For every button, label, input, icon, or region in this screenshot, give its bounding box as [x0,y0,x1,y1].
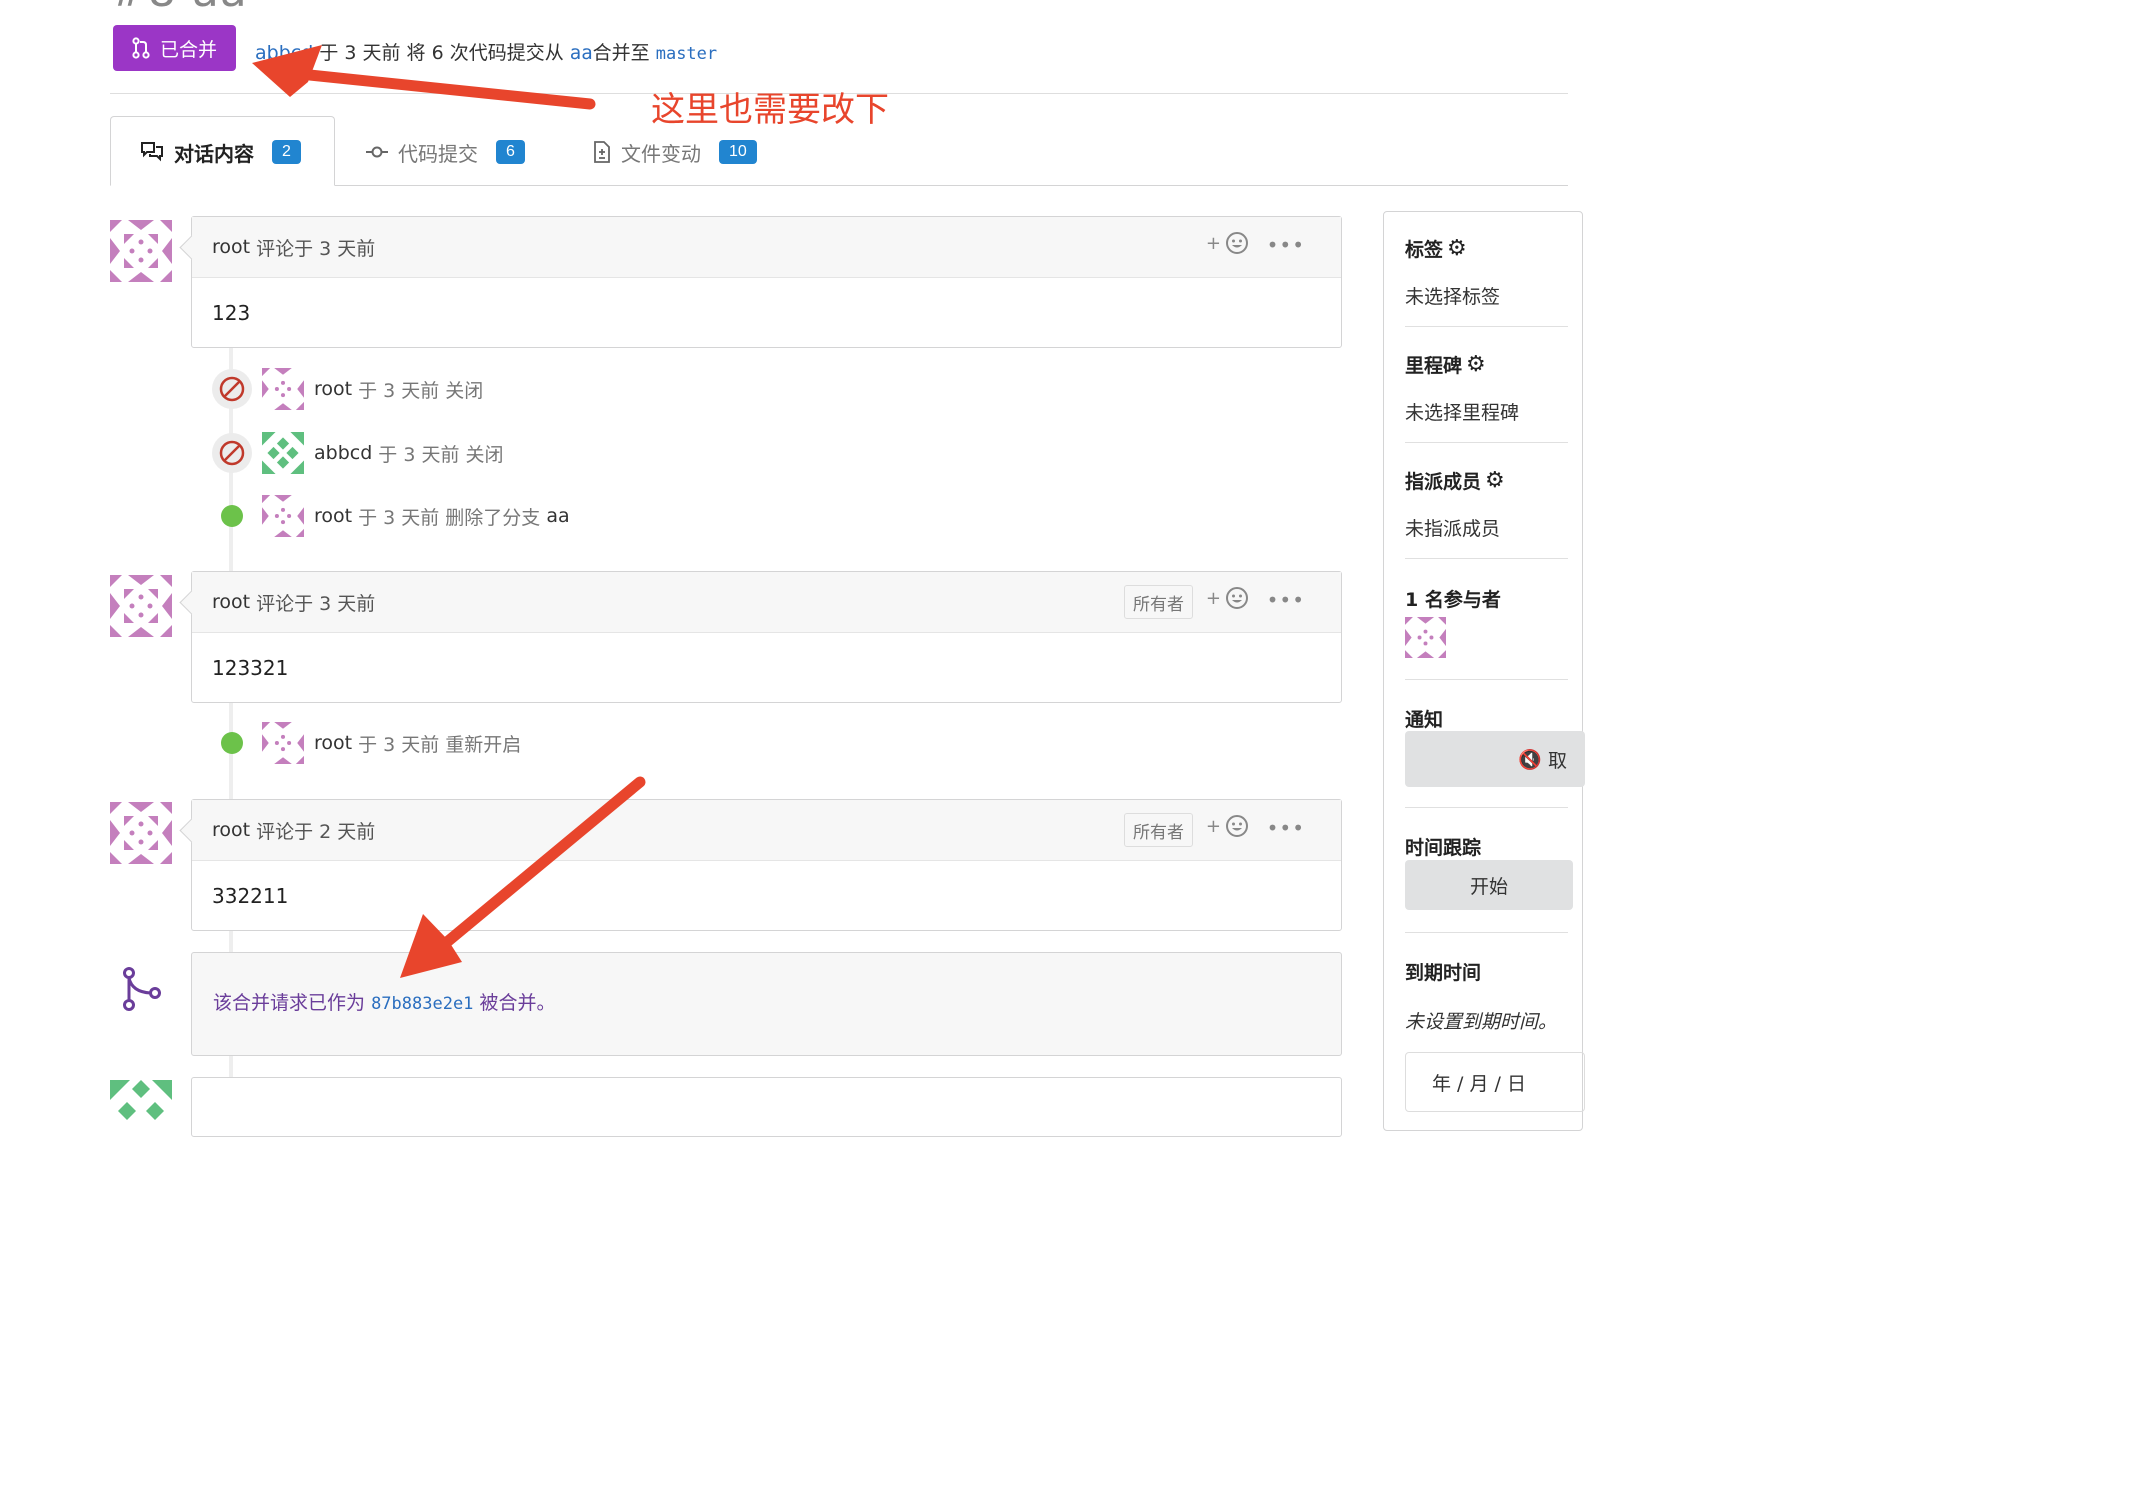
sidebar [1383,211,1583,1131]
assignees-section-title[interactable]: 指派成员 ⚙ [1405,467,1505,494]
sidebar-divider [1405,442,1568,443]
avatar[interactable] [1405,617,1446,658]
annotation-arrow-icon [252,45,596,110]
participants-title: 1 名参与者 [1405,589,1501,611]
milestone-title: 里程碑 [1405,355,1463,377]
sidebar-divider [1405,807,1568,808]
unsubscribe-label: 取 [1547,749,1567,772]
start-timer-button[interactable]: 开始 [1405,860,1573,910]
milestone-section-title[interactable]: 里程碑 ⚙ [1405,351,1486,378]
assignees-value: 未指派成员 [1405,518,1501,540]
unsubscribe-button[interactable]: 🔇 取 [1405,731,1585,787]
mute-icon: 🔇 [1518,748,1542,771]
due-date-value: 未设置到期时间。 [1405,1011,1558,1033]
sidebar-divider [1405,679,1568,680]
labels-value: 未选择标签 [1405,286,1501,308]
labels-title: 标签 [1405,239,1444,261]
due-date-input[interactable]: 年 / 月 / 日 [1405,1052,1585,1112]
milestone-value: 未选择里程碑 [1405,402,1520,424]
sidebar-divider [1405,932,1568,933]
notifications-title: 通知 [1405,709,1444,731]
assignees-title: 指派成员 [1405,471,1482,493]
labels-section-title[interactable]: 标签 ⚙ [1405,235,1467,262]
start-timer-label: 开始 [1469,875,1508,898]
annotation-arrow-icon [400,776,646,978]
gear-icon[interactable]: ⚙ [1485,468,1505,493]
annotation-arrows [252,45,646,978]
sidebar-divider [1405,326,1568,327]
time-tracking-title: 时间跟踪 [1405,837,1482,859]
gear-icon[interactable]: ⚙ [1447,236,1467,261]
due-date-title: 到期时间 [1405,962,1482,984]
gear-icon[interactable]: ⚙ [1466,352,1486,377]
sidebar-divider [1405,558,1568,559]
